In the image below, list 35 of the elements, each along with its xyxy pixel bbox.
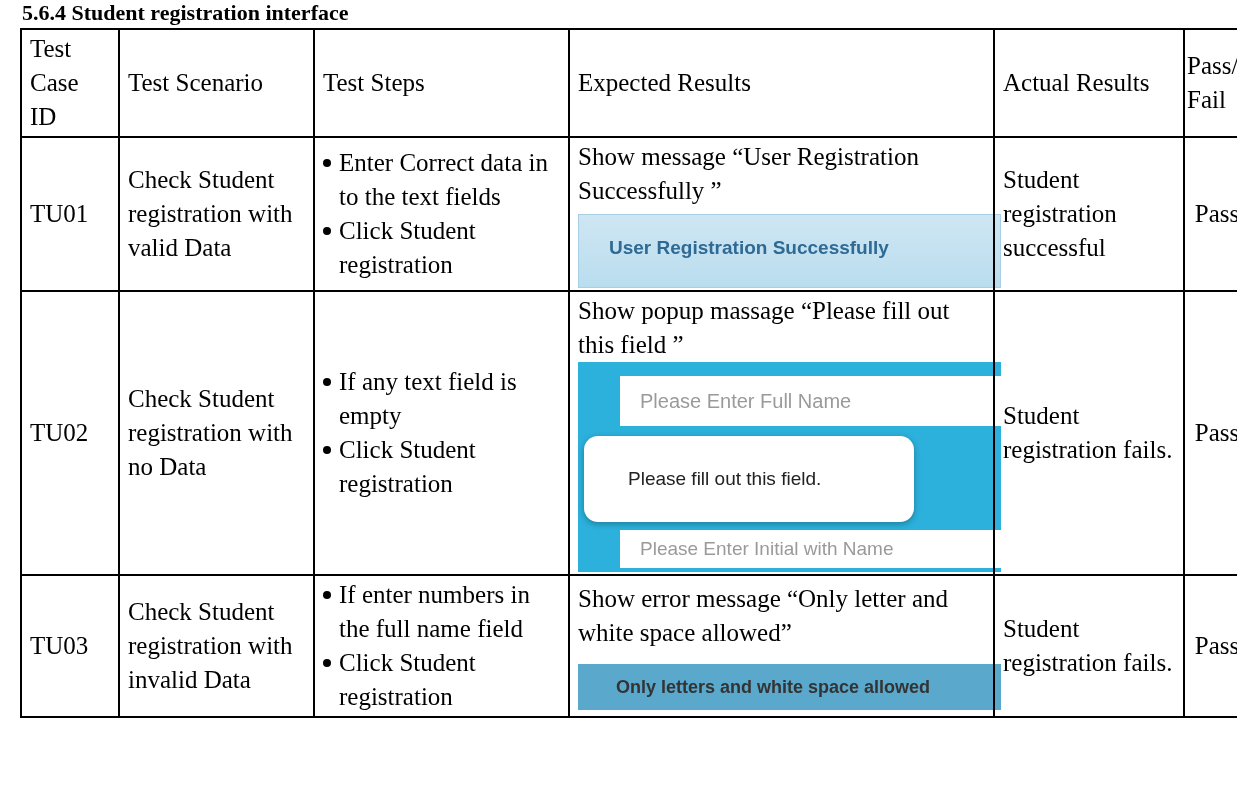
column-header: Test Case ID — [21, 29, 119, 137]
table-cell: Check Student registration with valid Data — [119, 137, 314, 291]
expected-text: Show popup massage “Please fill out this field ” — [578, 296, 951, 360]
column-header: Expected Results — [569, 29, 994, 137]
column-header: Actual Results — [994, 29, 1184, 137]
column-header: Test Steps — [314, 29, 569, 137]
step-text: Click Student registration — [339, 648, 477, 712]
bullet-icon — [323, 378, 331, 386]
column-header: Test Scenario — [119, 29, 314, 137]
table-cell: TU01 — [21, 137, 119, 291]
bullet-icon — [323, 159, 331, 167]
bullet-icon — [323, 659, 331, 667]
step-text: Enter Correct data in to the text fields — [339, 148, 549, 212]
bullet-icon — [323, 227, 331, 235]
expected-text: Show message “User Registration Successfully ” — [578, 142, 920, 206]
step-text: If any text field is empty — [339, 367, 518, 431]
section-heading: 5.6.4 Student registration interface — [22, 0, 350, 26]
input-field: Please Enter Initial with Name — [620, 530, 1001, 568]
table-cell: Check Student registration with no Data — [119, 291, 314, 575]
step-text: If enter numbers in the full name field — [339, 580, 531, 644]
table-cell: TU02 — [21, 291, 119, 575]
table-cell: Check Student registration with invalid Data — [119, 575, 314, 717]
bullet-icon — [323, 591, 331, 599]
success-banner: User Registration Successfully — [578, 214, 1001, 288]
error-banner: Only letters and white space allowed — [578, 664, 1001, 710]
table-cell: Student registration successful — [994, 137, 1184, 291]
step-text: Click Student registration — [339, 435, 477, 499]
table-cell: Student registration fails. — [994, 575, 1184, 717]
expected-text: Show error message “Only letter and white space allowed” — [578, 584, 950, 648]
input-field: Please Enter Full Name — [620, 376, 1001, 426]
bullet-icon — [323, 446, 331, 454]
table-cell: TU03 — [21, 575, 119, 717]
table-cell: Student registration fails. — [994, 291, 1184, 575]
step-text: Click Student registration — [339, 216, 477, 280]
validation-tooltip: Please fill out this field. — [584, 436, 914, 522]
